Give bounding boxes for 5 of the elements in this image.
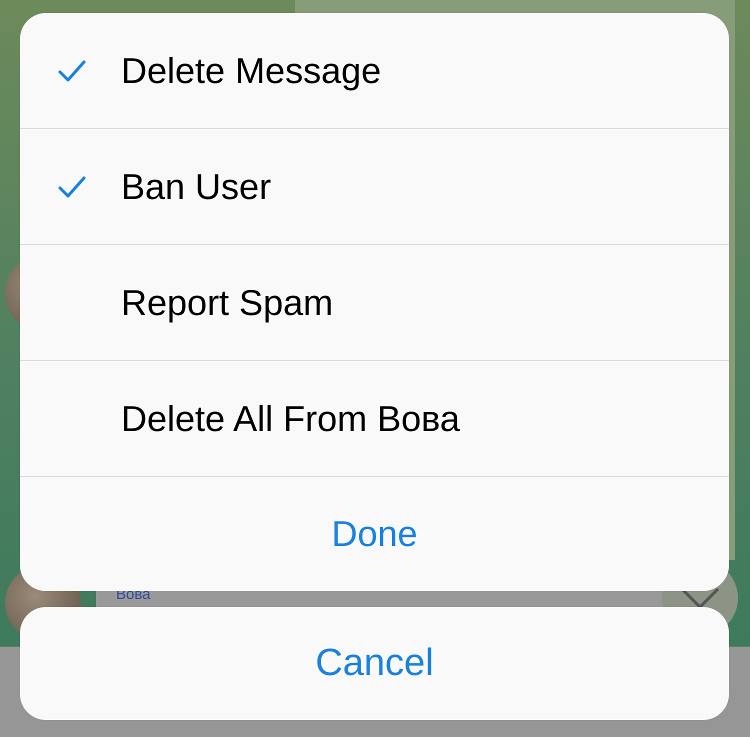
sheet-option[interactable]: Ban User xyxy=(20,129,729,245)
chevron-down-icon xyxy=(680,587,720,609)
sheet-option[interactable]: Delete Message xyxy=(20,13,729,129)
cancel-button[interactable]: Cancel xyxy=(20,607,729,720)
sheet-option[interactable]: Report Spam xyxy=(20,245,729,361)
